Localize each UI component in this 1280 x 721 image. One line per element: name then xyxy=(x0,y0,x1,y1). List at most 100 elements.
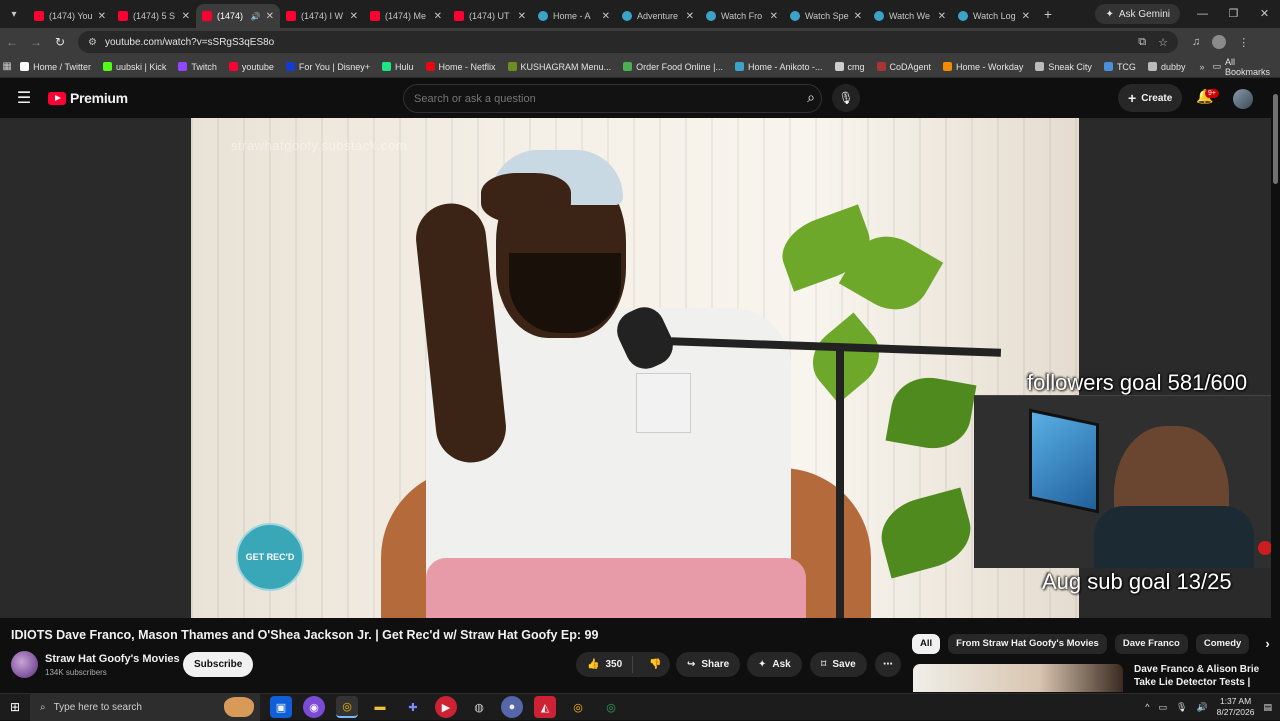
menu-kebab-icon[interactable]: ⋮ xyxy=(1238,36,1249,49)
recommended-video-title[interactable]: Dave Franco & Alison Brie Take Lie Detec… xyxy=(1134,663,1264,689)
search-input[interactable] xyxy=(414,92,774,105)
volume-icon[interactable]: 🔊 xyxy=(1196,702,1207,713)
bookmark-item[interactable]: uubski | Kick xyxy=(97,62,172,72)
tab-close-icon[interactable]: ✕ xyxy=(98,11,106,22)
bookmark-item[interactable]: Home - Workday xyxy=(937,62,1029,72)
profile-icon[interactable] xyxy=(1212,35,1227,49)
browser-tab[interactable]: (1474) UT ✕ xyxy=(448,4,532,28)
obs-icon[interactable]: ◍ xyxy=(468,696,490,718)
media-player-icon[interactable]: ▶ xyxy=(435,696,457,718)
scrollbar-thumb[interactable] xyxy=(1273,94,1278,184)
file-explorer-icon[interactable]: ▬ xyxy=(369,696,391,718)
tab-close-icon[interactable]: ✕ xyxy=(266,11,274,22)
bookmark-item[interactable]: For You | Disney+ xyxy=(280,62,376,72)
search-icon[interactable]: ⌕ xyxy=(807,89,815,106)
tab-close-icon[interactable]: ✕ xyxy=(854,11,862,22)
taskview-icon[interactable]: ▣ xyxy=(270,696,292,718)
bookmark-item[interactable]: Sneak City xyxy=(1029,62,1098,72)
new-tab-button[interactable]: + xyxy=(1036,6,1060,22)
browser-tab[interactable]: Watch Spe ✕ xyxy=(784,4,868,28)
channel-avatar[interactable] xyxy=(11,651,38,678)
video-frame[interactable]: strawhatgoofy.substack.com GET REC'D xyxy=(191,118,1079,618)
browser-tab[interactable]: Home - A ✕ xyxy=(532,4,616,28)
chip-all[interactable]: All xyxy=(912,634,941,654)
discord-icon[interactable]: ◉ xyxy=(303,696,325,718)
recommended-video-thumbnail[interactable] xyxy=(913,664,1123,692)
chrome-icon[interactable]: ◎ xyxy=(336,696,358,718)
tab-close-icon[interactable]: ✕ xyxy=(770,11,778,22)
browser-tab[interactable]: (1474) I W ✕ xyxy=(280,4,364,28)
tab-close-icon[interactable]: ✕ xyxy=(434,11,442,22)
video-player[interactable]: strawhatgoofy.substack.com GET REC'D fol… xyxy=(0,118,1271,618)
chip-from-channel[interactable]: From Straw Hat Goofy's Movies xyxy=(948,634,1107,654)
tab-close-icon[interactable]: ✕ xyxy=(602,11,610,22)
bookmark-item[interactable]: Order Food Online |... xyxy=(617,62,729,72)
youtube-premium-logo[interactable]: Premium xyxy=(48,90,128,106)
browser-tab[interactable]: (1474) 5 S ✕ xyxy=(112,4,196,28)
chevron-right-icon[interactable]: › xyxy=(1257,634,1269,654)
tab-search-icon[interactable]: ▾ xyxy=(0,0,28,28)
app-icon[interactable]: ● xyxy=(501,696,523,718)
bookmark-item[interactable]: Home / Twitter xyxy=(14,62,97,72)
tab-close-icon[interactable]: ✕ xyxy=(938,11,946,22)
bookmark-item[interactable]: Home - Anikoto -... xyxy=(729,62,829,72)
tab-close-icon[interactable]: ✕ xyxy=(350,11,358,22)
tab-close-icon[interactable]: ✕ xyxy=(686,11,694,22)
bookmark-item[interactable]: youtube xyxy=(223,62,280,72)
tray-overflow-icon[interactable]: ^ xyxy=(1145,702,1149,712)
notification-center-icon[interactable]: ▤ xyxy=(1263,702,1272,713)
account-avatar[interactable] xyxy=(1233,89,1253,109)
chip-dave-franco[interactable]: Dave Franco xyxy=(1114,634,1188,654)
bookmark-star-icon[interactable]: ☆ xyxy=(1158,36,1168,49)
subscribe-button[interactable]: Subscribe xyxy=(183,652,254,677)
browser-tab[interactable]: Watch We ✕ xyxy=(868,4,952,28)
site-info-icon[interactable]: ⚙ xyxy=(88,37,97,48)
close-window-icon[interactable]: ✕ xyxy=(1249,0,1280,28)
tab-close-icon[interactable]: ✕ xyxy=(1022,11,1030,22)
reload-icon[interactable]: ↻ xyxy=(48,35,72,49)
channel-name[interactable]: Straw Hat Goofy's Movies xyxy=(45,653,180,665)
chrome-profile-icon[interactable]: ◎ xyxy=(567,696,589,718)
restore-icon[interactable]: ❐ xyxy=(1218,0,1249,28)
chrome-alt-icon[interactable]: ◎ xyxy=(600,696,622,718)
bookmark-item[interactable]: KUSHAGRAM Menu... xyxy=(502,62,618,72)
url-text[interactable]: youtube.com/watch?v=sSRgS3qES8o xyxy=(105,37,274,48)
network-icon[interactable]: ▭ xyxy=(1158,702,1167,713)
bookmark-item[interactable]: Home - Netflix xyxy=(420,62,502,72)
microphone-icon[interactable]: 🎙 xyxy=(1176,702,1187,713)
apps-grid-icon[interactable]: ▦ xyxy=(0,61,14,72)
create-button[interactable]: + Create xyxy=(1118,84,1183,112)
back-icon[interactable]: ← xyxy=(0,35,24,49)
all-bookmarks-button[interactable]: ▭ All Bookmarks xyxy=(1212,57,1280,77)
bookmark-item[interactable]: Hulu xyxy=(376,62,420,72)
bookmark-item[interactable]: dubby xyxy=(1142,62,1192,72)
tab-close-icon[interactable]: ✕ xyxy=(182,11,190,22)
windows-start-icon[interactable]: ⊞ xyxy=(0,700,30,714)
media-controls-icon[interactable]: ♫ xyxy=(1192,36,1200,48)
browser-tab[interactable]: Watch Fro ✕ xyxy=(700,4,784,28)
minimize-icon[interactable]: — xyxy=(1187,0,1218,28)
chip-comedy[interactable]: Comedy xyxy=(1195,634,1250,654)
ask-gemini-button[interactable]: ✦ Ask Gemini xyxy=(1095,4,1180,24)
bookmark-item[interactable]: cmg xyxy=(829,62,871,72)
tab-close-icon[interactable]: ✕ xyxy=(518,11,526,22)
bookmarks-overflow-icon[interactable]: » xyxy=(1191,62,1212,72)
bookmark-item[interactable]: Twitch xyxy=(172,62,223,72)
save-button[interactable]: ⌑ Save xyxy=(810,652,867,677)
like-button[interactable]: 👍 350 xyxy=(576,656,634,673)
url-field[interactable]: ⚙ youtube.com/watch?v=sSRgS3qES8o ⧉ ☆ xyxy=(78,31,1178,53)
search-box[interactable]: ⌕ xyxy=(403,84,822,113)
voice-search-mic-icon[interactable]: 🎙 xyxy=(832,84,860,112)
taskbar-search[interactable]: ⌕ Type here to search xyxy=(30,693,260,721)
game-controller-icon[interactable]: ✚ xyxy=(402,696,424,718)
hamburger-menu-icon[interactable]: ☰ xyxy=(0,88,48,108)
tab-audio-icon[interactable]: 🔊 xyxy=(251,12,261,21)
bookmark-item[interactable]: CoDAgent xyxy=(871,62,938,72)
page-scrollbar[interactable] xyxy=(1271,78,1280,688)
dislike-button[interactable]: 👎 xyxy=(639,659,671,670)
browser-tab[interactable]: (1474) Me ✕ xyxy=(364,4,448,28)
browser-tab[interactable]: Watch Log ✕ xyxy=(952,4,1036,28)
taskbar-clock[interactable]: 1:37 AM 8/27/2026 xyxy=(1217,696,1255,718)
share-button[interactable]: ↪ Share xyxy=(676,652,741,677)
browser-tab[interactable]: Adventure ✕ xyxy=(616,4,700,28)
